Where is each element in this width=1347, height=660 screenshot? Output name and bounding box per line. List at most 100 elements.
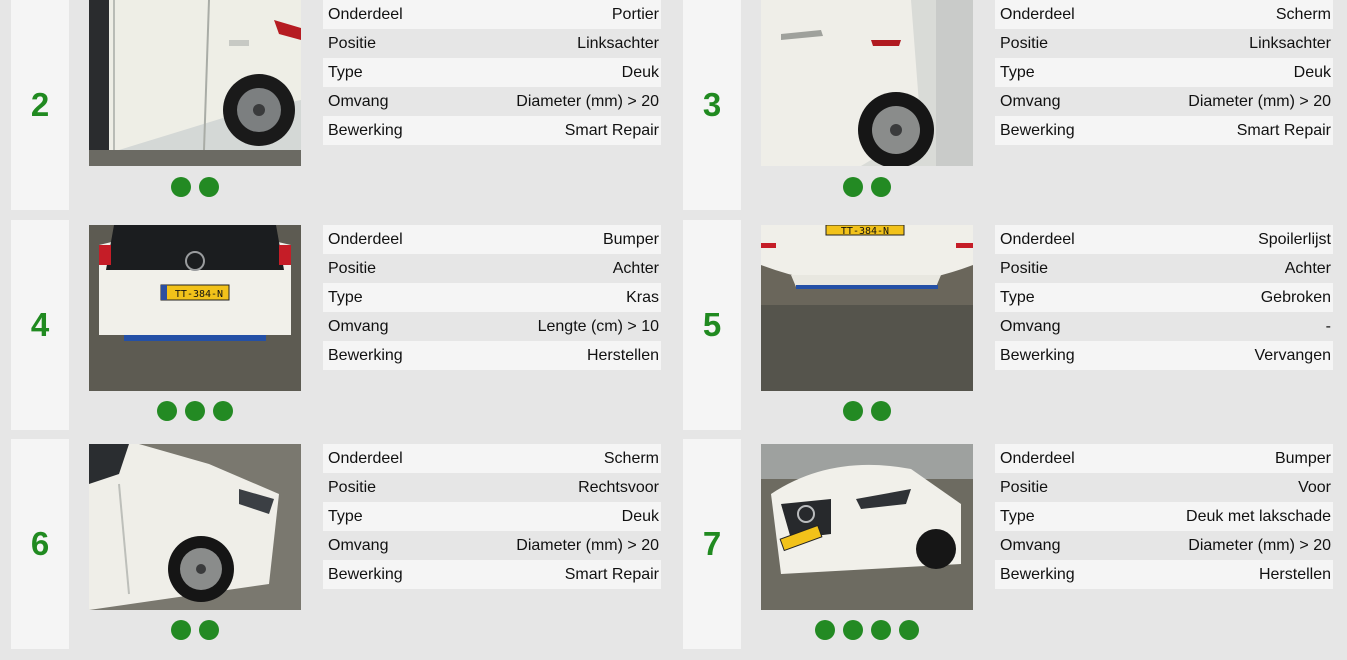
detail-label: Type [1000,63,1035,81]
damage-photo[interactable] [89,444,301,610]
damage-photo[interactable] [761,444,973,610]
detail-value: Scherm [1275,5,1331,23]
detail-label: Type [1000,507,1035,525]
photo-dot[interactable] [171,620,191,640]
detail-label: Type [328,288,363,306]
photo-dot[interactable] [899,620,919,640]
damage-number-cell: 6 [11,439,69,649]
detail-label: Onderdeel [1000,449,1075,467]
damage-card-6: 6 Onderdeel Scherm Positie Rechtsvoor Type… [0,439,661,649]
damage-photo[interactable]: TT-384-N [761,225,973,391]
detail-value: Herstellen [1258,565,1331,583]
detail-row-position: Positie Rechtsvoor [323,473,661,502]
damage-card-4: 4 TT-384-N Onderdeel Bumper Positie Acht… [0,220,661,430]
detail-label: Bewerking [1000,121,1075,139]
detail-label: Positie [1000,34,1049,52]
detail-row-position: Positie Achter [995,254,1333,283]
damage-number-cell: 5 [683,220,741,430]
photo-dot[interactable] [843,620,863,640]
svg-text:TT-384-N: TT-384-N [841,226,889,237]
detail-label: Onderdeel [328,230,403,248]
damage-number: 5 [702,306,722,343]
detail-value: Herstellen [586,346,659,364]
detail-label: Omvang [1000,317,1061,335]
photo-dot[interactable] [815,620,835,640]
detail-label: Onderdeel [1000,5,1075,23]
photo-dots [761,176,973,198]
detail-label: Onderdeel [328,5,403,23]
damage-card-5: 5 TT-384-N Onderdeel Spoilerlijst Positie… [672,220,1333,430]
detail-value: Kras [626,288,659,306]
detail-value: Smart Repair [564,565,659,583]
detail-value: Deuk [621,63,659,81]
detail-label: Bewerking [328,346,403,364]
damage-details: Onderdeel Portier Positie Linksachter Type… [323,0,661,145]
photo-dots [89,400,301,422]
detail-value: Bumper [602,230,659,248]
damage-details: Onderdeel Scherm Positie Rechtsvoor Type De… [323,444,661,589]
detail-row-treatment: Bewerking Herstellen [323,341,661,370]
detail-label: Positie [1000,478,1049,496]
detail-label: Onderdeel [1000,230,1075,248]
detail-row-part: Onderdeel Scherm [995,0,1333,29]
detail-row-part: Onderdeel Spoilerlijst [995,225,1333,254]
detail-row-part: Onderdeel Bumper [323,225,661,254]
detail-row-treatment: Bewerking Smart Repair [323,116,661,145]
detail-row-part: Onderdeel Scherm [323,444,661,473]
damage-number: 2 [30,86,50,123]
photo-dot[interactable] [185,401,205,421]
detail-row-treatment: Bewerking Smart Repair [995,116,1333,145]
detail-value: Lengte (cm) > 10 [537,317,659,335]
detail-value: Voor [1298,478,1331,496]
detail-label: Type [328,63,363,81]
detail-value: Smart Repair [564,121,659,139]
damage-number-cell: 7 [683,439,741,649]
detail-value: Portier [611,5,659,23]
damage-photo[interactable] [761,0,973,166]
detail-value: Diameter (mm) > 20 [1188,536,1331,554]
photo-dot[interactable] [199,620,219,640]
detail-row-extent: Omvang Diameter (mm) > 20 [323,531,661,560]
damage-number: 4 [30,306,50,343]
detail-label: Bewerking [1000,565,1075,583]
photo-dot[interactable] [871,620,891,640]
photo-dot[interactable] [171,177,191,197]
detail-value: Linksachter [1249,34,1331,52]
photo-dot[interactable] [843,401,863,421]
detail-label: Positie [328,34,377,52]
detail-label: Omvang [328,536,389,554]
detail-row-part: Onderdeel Portier [323,0,661,29]
detail-row-extent: Omvang Diameter (mm) > 20 [323,87,661,116]
detail-value: Achter [612,259,659,277]
damage-grid: 2 Onderdeel Portier Positie Linksachter … [0,0,1347,660]
detail-value: Diameter (mm) > 20 [1188,92,1331,110]
detail-row-extent: Omvang Diameter (mm) > 20 [995,87,1333,116]
photo-dot[interactable] [199,177,219,197]
damage-photo-image [89,444,301,610]
detail-value: Smart Repair [1236,121,1331,139]
detail-label: Omvang [1000,536,1061,554]
detail-value: Diameter (mm) > 20 [516,536,659,554]
damage-card-2: 2 Onderdeel Portier Positie Linksachter … [0,0,661,210]
damage-number: 7 [702,525,722,562]
detail-label: Omvang [1000,92,1061,110]
detail-row-position: Positie Voor [995,473,1333,502]
photo-dots [761,400,973,422]
photo-dot[interactable] [157,401,177,421]
detail-value: Linksachter [577,34,659,52]
photo-dot[interactable] [213,401,233,421]
photo-dot[interactable] [843,177,863,197]
damage-photo-image [761,444,973,610]
damage-number-cell: 3 [683,0,741,210]
photo-dot[interactable] [871,401,891,421]
detail-value: Achter [1284,259,1331,277]
photo-dot[interactable] [871,177,891,197]
detail-row-type: Type Deuk [323,502,661,531]
damage-photo[interactable] [89,0,301,166]
damage-number: 6 [30,525,50,562]
damage-photo[interactable]: TT-384-N [89,225,301,391]
detail-row-position: Positie Linksachter [323,29,661,58]
detail-value: Spoilerlijst [1258,230,1331,248]
detail-row-type: Type Deuk met lakschade [995,502,1333,531]
detail-row-type: Type Kras [323,283,661,312]
